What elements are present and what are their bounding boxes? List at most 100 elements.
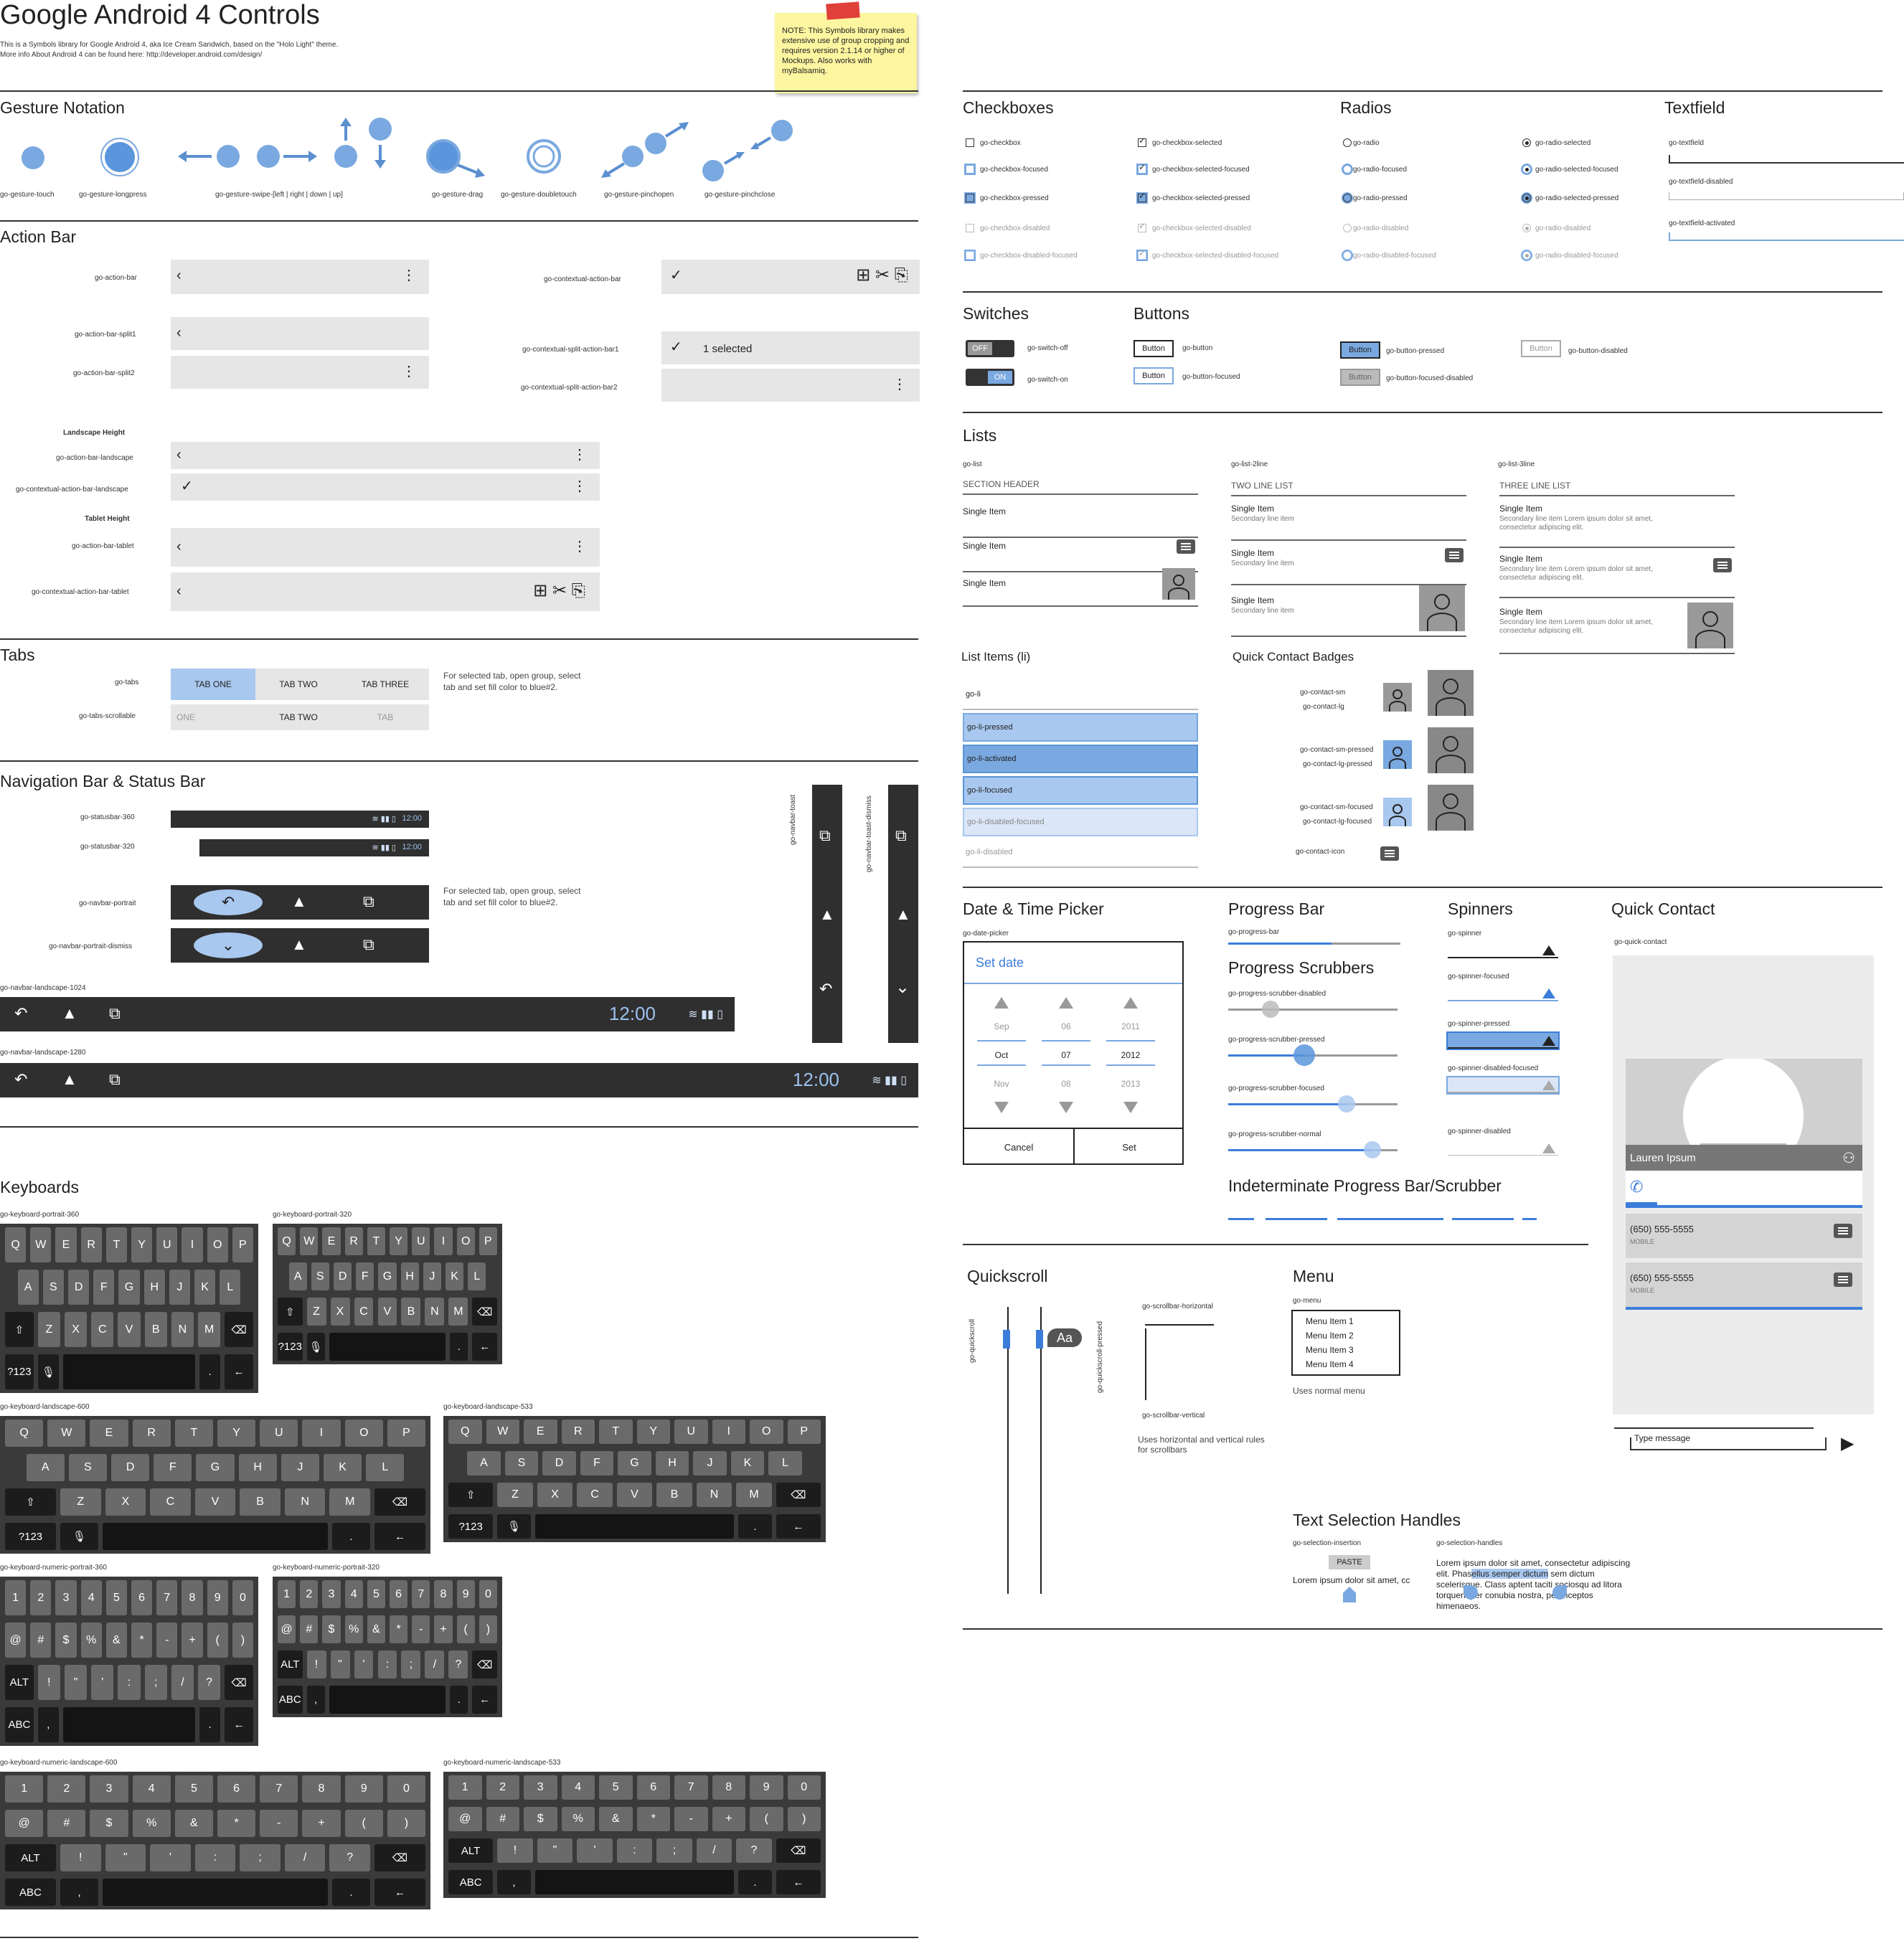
key[interactable]: : bbox=[377, 1650, 397, 1678]
key[interactable]: 3 bbox=[322, 1580, 341, 1608]
key[interactable]: B bbox=[401, 1298, 421, 1326]
key[interactable]: A bbox=[26, 1454, 65, 1481]
switch-off[interactable]: OFF bbox=[966, 340, 1014, 357]
message-input[interactable]: Type message bbox=[1630, 1433, 1827, 1450]
menu-item-2[interactable]: Menu Item 2 bbox=[1306, 1328, 1399, 1343]
key[interactable]: K bbox=[194, 1270, 216, 1305]
key[interactable]: " bbox=[105, 1844, 146, 1871]
key[interactable]: ⌫ bbox=[776, 1838, 821, 1863]
person-icon[interactable]: ⚇ bbox=[1842, 1149, 1855, 1167]
key[interactable]: 6 bbox=[636, 1775, 670, 1800]
key[interactable]: F bbox=[356, 1262, 374, 1290]
key[interactable]: X bbox=[105, 1488, 146, 1516]
key[interactable]: 4 bbox=[132, 1775, 171, 1803]
menu-item-1[interactable]: Menu Item 1 bbox=[1306, 1314, 1399, 1328]
key[interactable]: % bbox=[561, 1807, 595, 1831]
paste-button[interactable]: PASTE bbox=[1329, 1555, 1370, 1569]
key[interactable]: . bbox=[331, 1523, 371, 1550]
key[interactable]: - bbox=[156, 1623, 178, 1658]
textfield-disabled[interactable] bbox=[1669, 192, 1904, 200]
switch-on[interactable]: ON bbox=[966, 369, 1014, 386]
scrubber-thumb[interactable] bbox=[1338, 1095, 1356, 1113]
message-icon[interactable] bbox=[1834, 1272, 1852, 1287]
key[interactable]: L bbox=[468, 1262, 486, 1290]
home-icon[interactable]: ▲ bbox=[819, 905, 835, 924]
key[interactable]: E bbox=[322, 1227, 341, 1255]
list-row[interactable]: Single Item Secondary line item Lorem ips… bbox=[1499, 603, 1735, 654]
key[interactable]: 7 bbox=[674, 1775, 708, 1800]
key[interactable]: ← bbox=[225, 1707, 253, 1742]
key[interactable]: 8 bbox=[434, 1580, 453, 1608]
key[interactable]: / bbox=[696, 1838, 732, 1863]
key[interactable]: Z bbox=[60, 1488, 101, 1516]
key[interactable]: + bbox=[302, 1810, 341, 1837]
list-row[interactable]: Single Item bbox=[963, 505, 1198, 538]
key[interactable]: ← bbox=[776, 1870, 821, 1894]
key[interactable]: ?123 bbox=[5, 1523, 56, 1550]
key[interactable] bbox=[534, 1514, 735, 1539]
key[interactable]: $ bbox=[524, 1807, 557, 1831]
key[interactable]: ⌫ bbox=[472, 1650, 497, 1678]
key[interactable]: V bbox=[194, 1488, 236, 1516]
key[interactable]: R bbox=[344, 1227, 363, 1255]
key[interactable]: $ bbox=[322, 1615, 341, 1643]
key[interactable]: H bbox=[655, 1451, 689, 1475]
key[interactable]: ⌫ bbox=[374, 1488, 425, 1516]
tab-scroll-one[interactable]: ONE bbox=[171, 704, 255, 730]
key[interactable]: U bbox=[674, 1420, 708, 1444]
key[interactable]: # bbox=[300, 1615, 319, 1643]
action-icons[interactable]: ⊞ ✂ ⎘ bbox=[856, 267, 908, 284]
key[interactable]: 5 bbox=[367, 1580, 385, 1608]
key[interactable]: ' bbox=[354, 1650, 374, 1678]
key[interactable]: Q bbox=[5, 1420, 44, 1447]
home-icon[interactable]: ▲ bbox=[62, 1004, 77, 1023]
home-icon[interactable]: ▲ bbox=[895, 905, 911, 924]
list-item[interactable]: go-li-disabled-focused bbox=[963, 808, 1198, 836]
key[interactable]: @ bbox=[448, 1807, 482, 1831]
scrollbar-vertical[interactable] bbox=[1145, 1328, 1146, 1400]
picker-up-arrow[interactable] bbox=[1059, 997, 1073, 1009]
key[interactable]: ; bbox=[144, 1665, 167, 1700]
key[interactable]: @ bbox=[5, 1623, 27, 1658]
key[interactable]: N bbox=[284, 1488, 326, 1516]
list-action-icon[interactable] bbox=[1713, 558, 1732, 572]
contact-lg-avatar[interactable] bbox=[1428, 785, 1474, 831]
key[interactable]: 1 bbox=[5, 1580, 27, 1615]
key[interactable]: 0 bbox=[232, 1580, 253, 1615]
spinner[interactable] bbox=[1448, 1140, 1558, 1156]
key[interactable]: 4 bbox=[344, 1580, 363, 1608]
key[interactable]: T bbox=[174, 1420, 213, 1447]
recents-icon[interactable]: ⧉ bbox=[109, 1004, 121, 1023]
key[interactable]: 0 bbox=[787, 1775, 821, 1800]
key[interactable]: ' bbox=[577, 1838, 613, 1863]
key[interactable]: O bbox=[344, 1420, 383, 1447]
spinner[interactable] bbox=[1448, 943, 1558, 958]
key[interactable]: F bbox=[93, 1270, 115, 1305]
key[interactable]: ← bbox=[374, 1523, 425, 1550]
key[interactable]: X bbox=[537, 1483, 573, 1507]
overflow-icon[interactable]: ⋮ bbox=[572, 539, 587, 554]
key[interactable]: R bbox=[132, 1420, 171, 1447]
spinner[interactable] bbox=[1446, 1031, 1560, 1050]
key[interactable]: I bbox=[182, 1227, 203, 1262]
key[interactable]: J bbox=[281, 1454, 319, 1481]
key[interactable]: ( bbox=[456, 1615, 475, 1643]
key[interactable]: V bbox=[118, 1312, 141, 1347]
key[interactable]: ⌫ bbox=[374, 1844, 425, 1871]
key[interactable]: 2 bbox=[486, 1775, 519, 1800]
key[interactable]: 6 bbox=[217, 1775, 256, 1803]
key[interactable]: A bbox=[288, 1262, 307, 1290]
list-item[interactable]: go-li-focused bbox=[963, 776, 1198, 805]
key[interactable] bbox=[62, 1354, 196, 1389]
key[interactable]: 7 bbox=[412, 1580, 430, 1608]
key[interactable]: 1 bbox=[448, 1775, 482, 1800]
key[interactable]: P bbox=[232, 1227, 253, 1262]
key[interactable]: 9 bbox=[750, 1775, 783, 1800]
key[interactable]: X bbox=[330, 1298, 350, 1326]
list-action-icon[interactable] bbox=[1177, 539, 1195, 554]
key[interactable]: S bbox=[311, 1262, 329, 1290]
key[interactable]: ← bbox=[472, 1686, 497, 1714]
list-row[interactable]: Single Item Secondary line item Lorem ips… bbox=[1499, 502, 1735, 548]
key[interactable]: ABC bbox=[5, 1879, 56, 1906]
back-icon[interactable]: ↶ bbox=[14, 1004, 27, 1023]
